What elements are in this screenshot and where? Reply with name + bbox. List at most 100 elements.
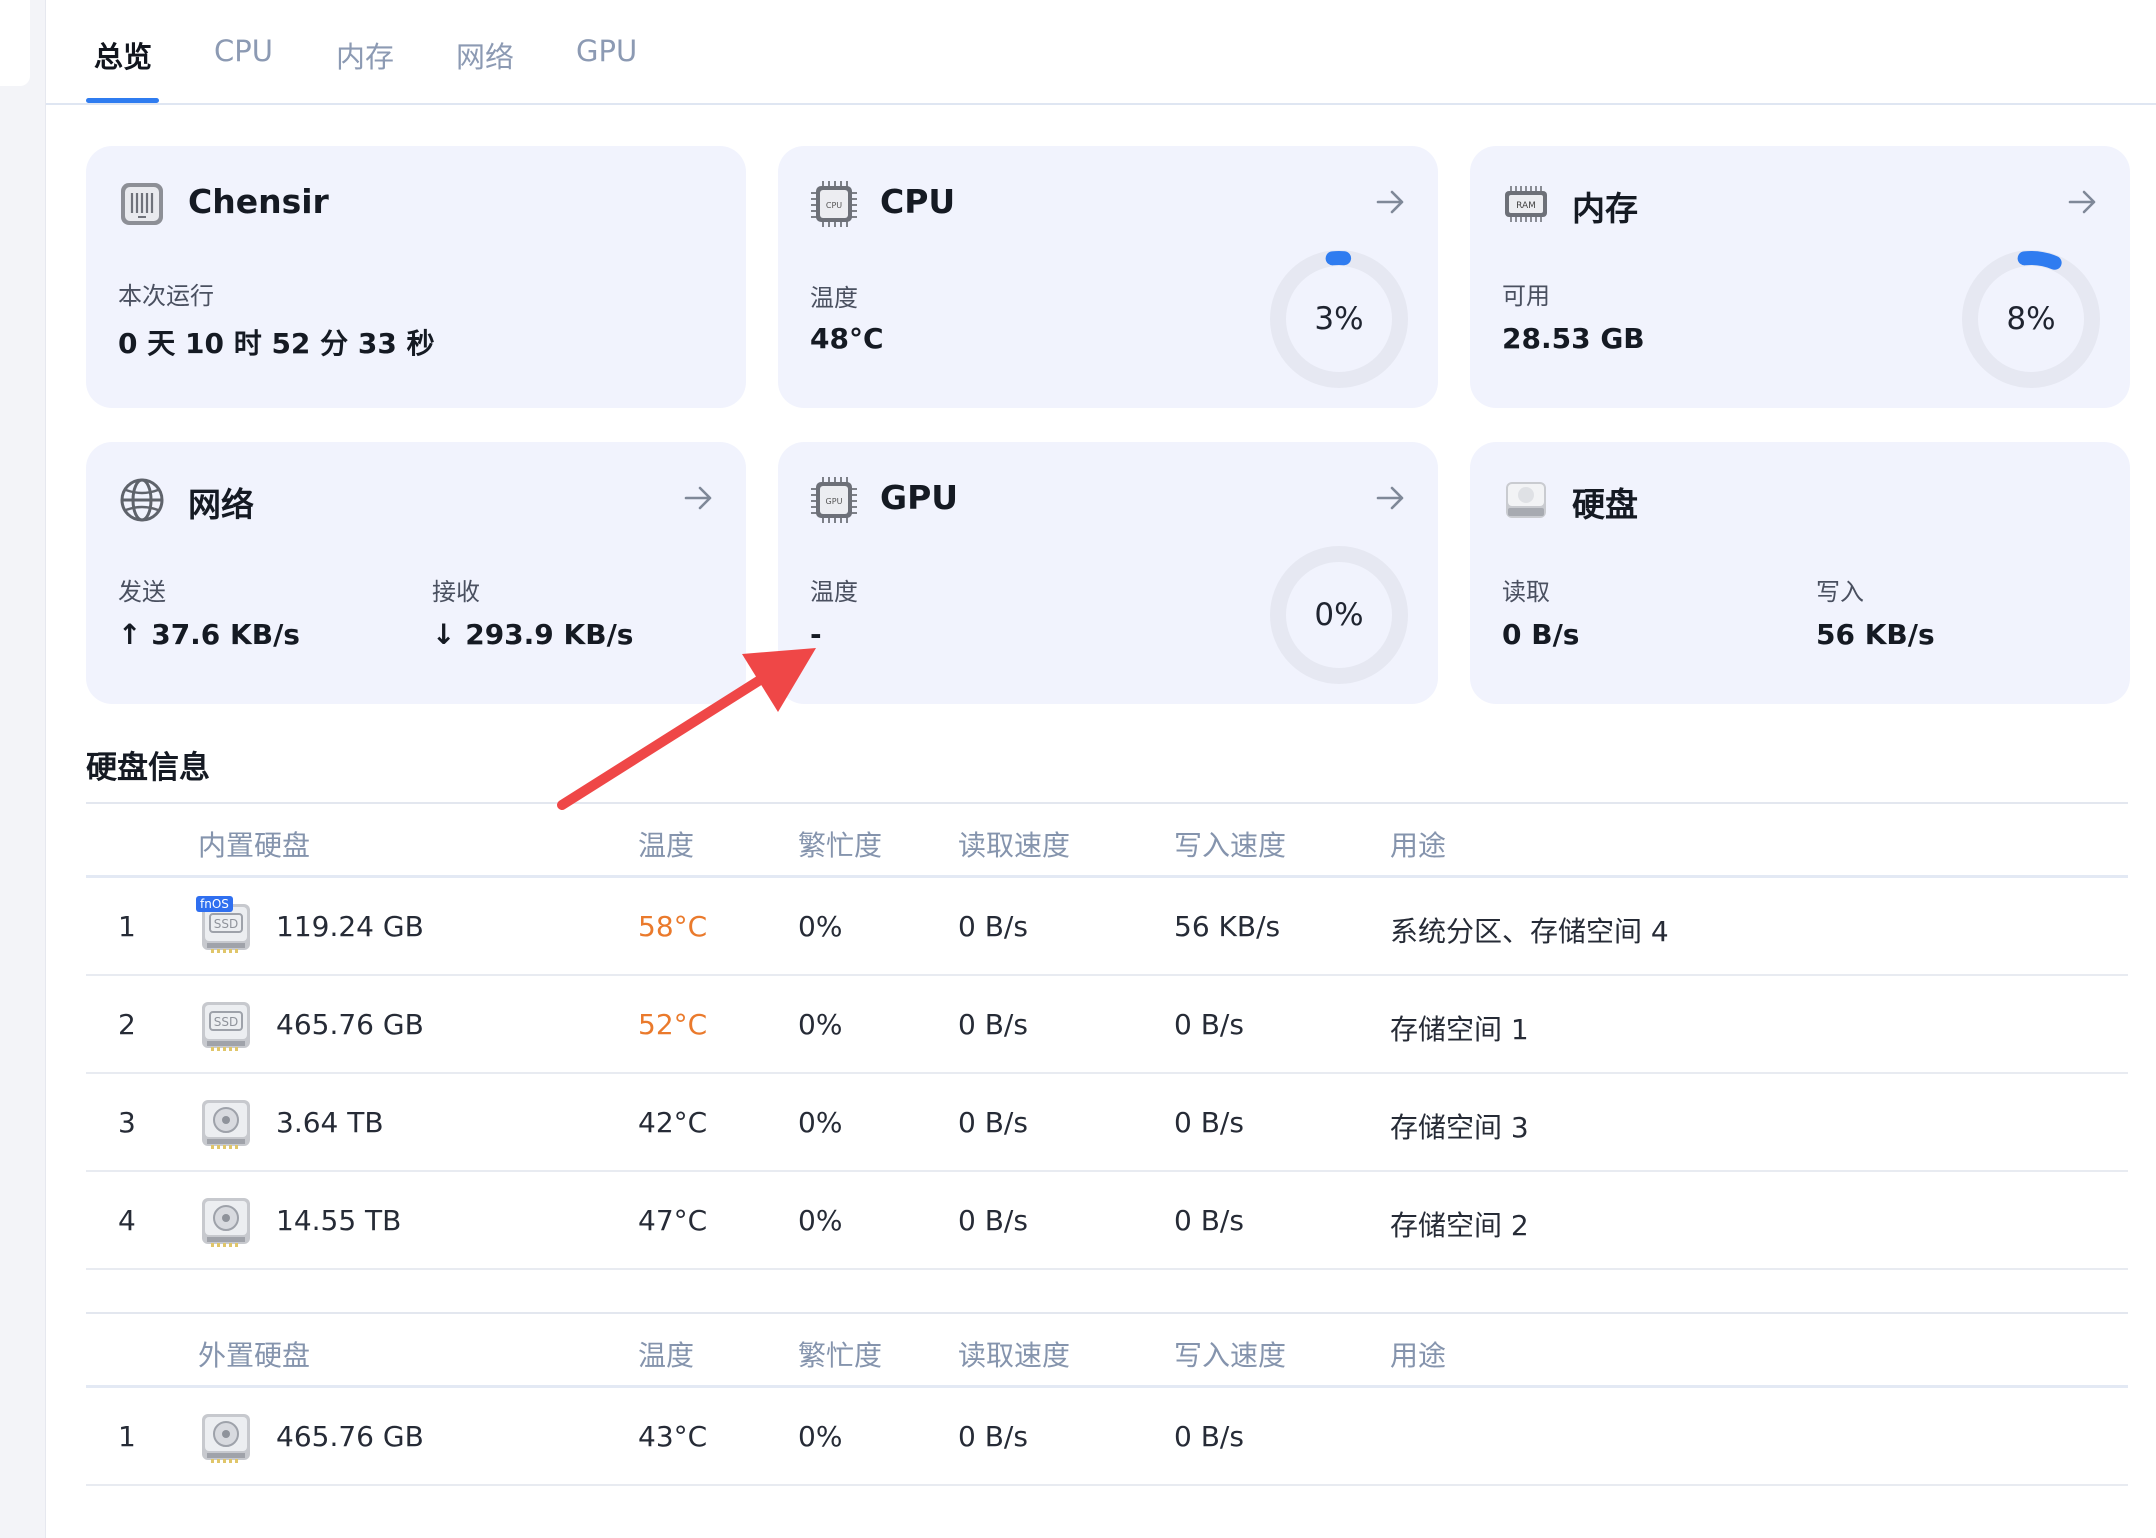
memory-title: 内存 [1572,189,1638,228]
disk-busy: 0% [798,1106,843,1139]
arrow-right-icon[interactable] [680,480,716,516]
col-busy: 繁忙度 [798,1339,883,1372]
disk-temp: 58°C [638,910,708,943]
disk-write-speed: 0 B/s [1174,1204,1244,1237]
disk-read-speed: 0 B/s [958,1204,1028,1237]
cpu-usage-text: 3% [1314,301,1364,337]
cpu-card[interactable]: CPU CPU 温度 48°C 3% [778,146,1438,408]
cpu-temp-label: 温度 [810,284,858,312]
svg-text:SSD: SSD [214,917,238,931]
disk-write-speed: 0 B/s [1174,1008,1244,1041]
disk-usage: 存储空间 2 [1390,1209,1529,1242]
svg-text:SSD: SSD [214,1015,238,1029]
table-row[interactable]: 1 SSD fnOS 119.24 GB 58°C 0% 0 B/s 56 KB/s 系统分区、… [86,878,2128,976]
tab-gpu[interactable]: GPU [576,34,637,68]
send-label: 发送 [118,578,166,606]
svg-text:GPU: GPU [826,497,843,506]
hdd-icon [198,1194,254,1250]
disk-temp: 52°C [638,1008,708,1041]
disk-size: 465.76 GB [276,1008,424,1041]
col-busy: 繁忙度 [798,829,883,862]
disk-busy: 0% [798,1420,843,1453]
svg-text:CPU: CPU [826,201,842,210]
disk-temp: 47°C [638,1204,708,1237]
disk-read-speed: 0 B/s [958,1106,1028,1139]
network-card[interactable]: 网络 发送 ↑ 37.6 KB/s 接收 ↓ 293.9 KB/s [86,442,746,704]
table-row[interactable]: 4 14.55 TB 47°C 0% 0 B/s 0 B/s 存储空间 2 [86,1172,2128,1270]
disk-read-speed: 0 B/s [958,1008,1028,1041]
disk-title: 硬盘 [1572,485,1638,524]
row-index: 1 [118,910,136,943]
disk-read-speed: 0 B/s [958,910,1028,943]
active-tab-indicator [86,98,159,103]
gpu-temp-label: 温度 [810,578,858,606]
col-write: 写入速度 [1174,829,1287,862]
nas-device-icon [118,180,166,228]
disk-usage: 系统分区、存储空间 4 [1390,915,1669,948]
disk-usage: 存储空间 3 [1390,1111,1529,1144]
arrow-right-icon[interactable] [1372,480,1408,516]
arrow-right-icon[interactable] [2064,184,2100,220]
col-disk: 内置硬盘 [198,829,311,862]
col-temp: 温度 [638,829,695,862]
disk-size: 14.55 TB [276,1204,402,1237]
ssd-icon: SSD fnOS [196,896,254,956]
tab-overview[interactable]: 总览 [94,34,152,76]
disk-usage: 存储空间 1 [1390,1013,1529,1046]
disk-size: 465.76 GB [276,1420,424,1453]
host-name: Chensir [188,182,329,221]
table-row[interactable]: 3 3.64 TB 42°C 0% 0 B/s 0 B/s 存储空间 3 [86,1074,2128,1172]
disk-busy: 0% [798,1008,843,1041]
gpu-chip-icon: GPU [810,476,858,524]
arrow-right-icon[interactable] [1372,184,1408,220]
disk-write-value: 56 KB/s [1816,618,1935,651]
gpu-card[interactable]: GPU GPU 温度 - 0% [778,442,1438,704]
col-disk: 外置硬盘 [198,1339,311,1372]
gpu-usage-text: 0% [1314,597,1364,633]
col-temp: 温度 [638,1339,695,1372]
row-index: 3 [118,1106,136,1139]
memory-usage-text: 8% [2006,301,2056,337]
cpu-temp-value: 48°C [810,322,884,355]
tab-bar: 总览 CPU 内存 网络 GPU [46,0,2156,105]
send-value: ↑ 37.6 KB/s [118,618,300,651]
col-use: 用途 [1390,829,1447,862]
hdd-icon [198,1096,254,1152]
col-read: 读取速度 [958,829,1071,862]
disk-read-speed: 0 B/s [958,1420,1028,1453]
uptime-label: 本次运行 [118,282,214,310]
disk-info-title: 硬盘信息 [86,750,210,786]
tab-network[interactable]: 网络 [456,34,514,76]
recv-label: 接收 [432,578,480,606]
col-read: 读取速度 [958,1339,1071,1372]
cpu-title: CPU [880,182,956,221]
memory-avail-label: 可用 [1502,282,1550,310]
recv-value: ↓ 293.9 KB/s [432,618,634,651]
memory-card[interactable]: RAM 内存 可用 28.53 GB 8% [1470,146,2130,408]
row-index: 4 [118,1204,136,1237]
tab-memory[interactable]: 内存 [336,34,394,76]
row-index: 1 [118,1420,136,1453]
fnos-badge: fnOS [196,896,233,912]
gpu-title: GPU [880,478,959,517]
disk-size: 3.64 TB [276,1106,384,1139]
table-header: 外置硬盘 温度 繁忙度 读取速度 写入速度 用途 [86,1312,2128,1388]
table-row[interactable]: 1 465.76 GB 43°C 0% 0 B/s 0 B/s [86,1388,2128,1486]
disk-temp: 43°C [638,1420,708,1453]
disk-busy: 0% [798,1204,843,1237]
disk-temp: 42°C [638,1106,708,1139]
main-panel: 总览 CPU 内存 网络 GPU Chensir 本次运行 0 天 10 时 5… [46,0,2156,1538]
disk-write-speed: 0 B/s [1174,1106,1244,1139]
table-header: 内置硬盘 温度 繁忙度 读取速度 写入速度 用途 [86,802,2128,878]
disk-size: 119.24 GB [276,910,424,943]
hdd-icon [198,1410,254,1466]
table-row[interactable]: 2 SSD 465.76 GB 52°C 0% 0 B/s 0 B/s 存储空间 1 [86,976,2128,1074]
ssd-icon: SSD [198,998,254,1054]
sidebar-nub[interactable] [0,0,30,86]
disk-read-value: 0 B/s [1502,618,1580,651]
tab-cpu[interactable]: CPU [214,34,273,68]
uptime-value: 0 天 10 时 52 分 33 秒 [118,327,435,360]
ram-icon: RAM [1502,180,1550,228]
row-index: 2 [118,1008,136,1041]
memory-avail-value: 28.53 GB [1502,322,1645,355]
